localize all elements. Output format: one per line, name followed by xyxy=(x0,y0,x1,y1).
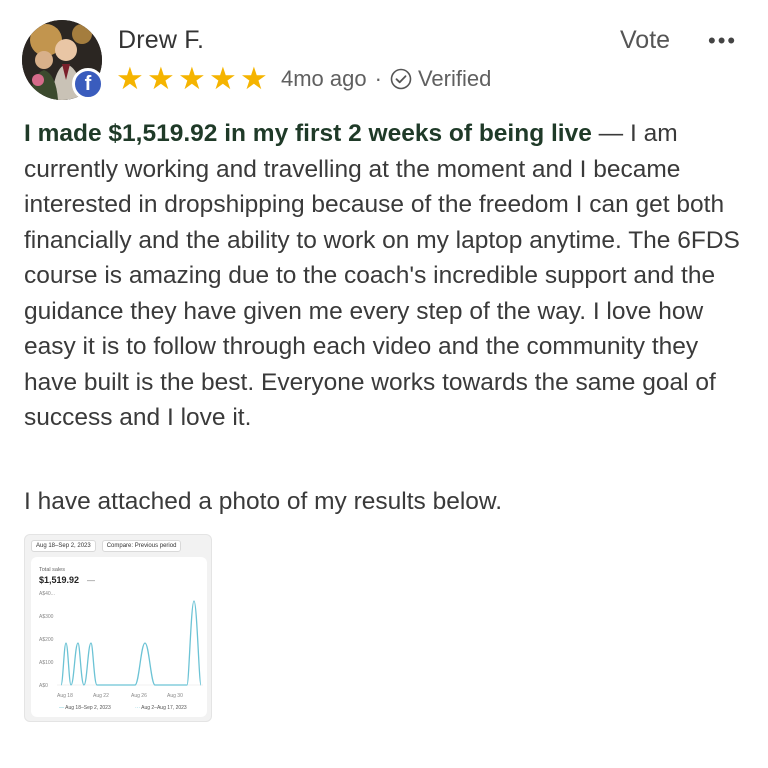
x-tick-label: Aug 30 xyxy=(167,693,183,699)
verified-check-icon xyxy=(390,68,412,90)
photo-toolbar: Aug 18–Sep 2, 2023 Compare: Previous per… xyxy=(31,540,182,552)
review-header: f Drew F. ★ ★ ★ ★ ★ 4mo ago · Verified V… xyxy=(22,18,748,102)
y-tick-label: A$300 xyxy=(39,614,54,620)
review-meta: ★ ★ ★ ★ ★ 4mo ago · Verified xyxy=(116,61,492,96)
star-icon: ★ xyxy=(209,61,237,96)
star-icon: ★ xyxy=(116,61,144,96)
compare-chip: Compare: Previous period xyxy=(101,540,182,552)
facebook-icon: f xyxy=(72,68,104,100)
meta-separator: · xyxy=(374,66,382,91)
y-tick-label: A$0 xyxy=(39,683,48,689)
x-tick-label: Aug 26 xyxy=(131,693,147,699)
verified-label: Verified xyxy=(417,66,492,91)
legend-previous: ··· Aug 2–Aug 17, 2023 xyxy=(135,705,187,711)
sales-chart-card: Total sales $1,519.92 — A$40... A$300 A$… xyxy=(31,557,207,717)
x-tick-label: Aug 22 xyxy=(93,693,109,699)
date-range-chip: Aug 18–Sep 2, 2023 xyxy=(31,540,96,552)
review-text: I made $1,519.92 in my first 2 weeks of … xyxy=(24,116,748,436)
star-icon: ★ xyxy=(178,61,206,96)
star-icon: ★ xyxy=(147,61,175,96)
attached-photo[interactable]: Aug 18–Sep 2, 2023 Compare: Previous per… xyxy=(24,534,212,722)
sales-line-chart: A$40... A$300 A$200 A$100 A$0 Aug 18 Aug… xyxy=(39,591,203,699)
avatar-container[interactable]: f xyxy=(22,20,104,100)
sales-series-line xyxy=(60,600,202,686)
y-tick-label: A$40... xyxy=(39,591,55,597)
reviewer-name[interactable]: Drew F. xyxy=(118,26,204,55)
review-headline: I made $1,519.92 in my first 2 weeks of … xyxy=(24,120,592,147)
review-time: 4mo ago xyxy=(281,66,367,91)
more-options-icon[interactable]: ••• xyxy=(708,28,737,54)
x-tick-label: Aug 18 xyxy=(57,693,73,699)
legend-previous-label: Aug 2–Aug 17, 2023 xyxy=(141,705,187,711)
vote-button[interactable]: Vote xyxy=(620,26,670,55)
review-body: — I am currently working and travelling … xyxy=(24,120,740,431)
y-tick-label: A$100 xyxy=(39,660,54,666)
star-icon: ★ xyxy=(240,61,268,96)
legend-current-label: Aug 18–Sep 2, 2023 xyxy=(65,705,111,711)
attachment-note: I have attached a photo of my results be… xyxy=(24,488,503,515)
legend-current: — Aug 18–Sep 2, 2023 xyxy=(59,705,111,711)
y-tick-label: A$200 xyxy=(39,637,54,643)
star-rating: ★ ★ ★ ★ ★ xyxy=(116,61,271,96)
